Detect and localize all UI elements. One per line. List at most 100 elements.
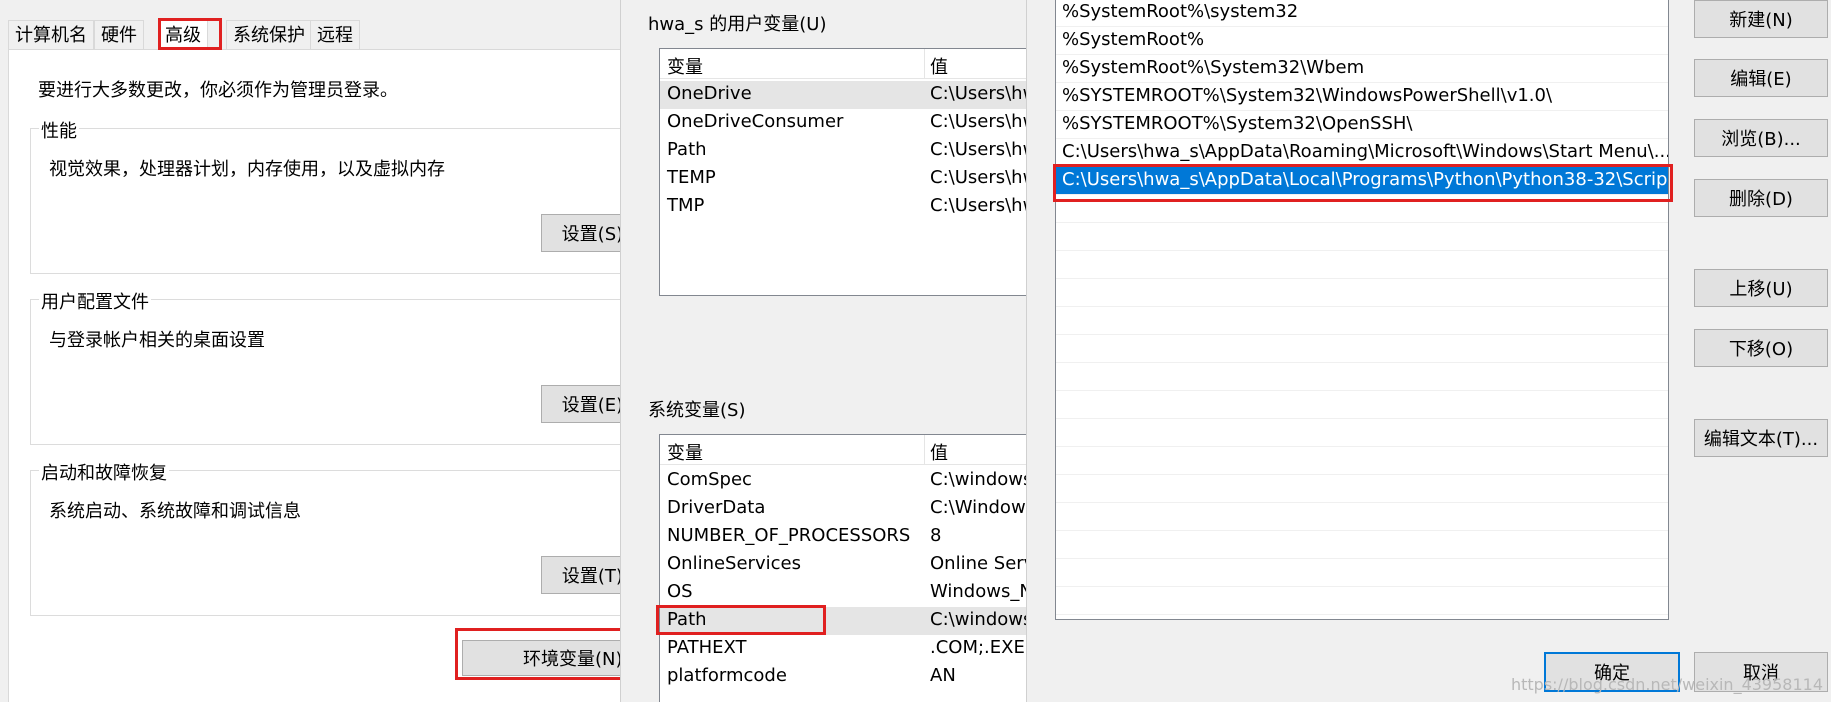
system-variable-row[interactable]: OS Windows_NT (660, 579, 1026, 607)
variable-name: OneDriveConsumer (667, 111, 844, 132)
environment-variables-button[interactable]: 环境变量(N)... (462, 640, 620, 676)
user-variable-row[interactable]: TEMP C:\Users\hwa_s\AppData (660, 165, 1026, 193)
user-variable-row[interactable]: OneDriveConsumer C:\Users\hwa_s\OneDrive (660, 109, 1026, 137)
environment-variables-label: 环境变量(N)... (523, 649, 620, 670)
path-entry-empty[interactable] (1056, 223, 1668, 251)
path-entry-empty[interactable] (1056, 475, 1668, 503)
user-variables-title: hwa_s 的用户变量(U) (648, 14, 827, 35)
variable-value: C:\Users\hwa_s\AppData (930, 195, 1026, 216)
column-separator (924, 49, 925, 79)
path-entry-empty[interactable] (1056, 363, 1668, 391)
path-entry[interactable]: %SystemRoot% (1056, 27, 1668, 55)
path-entry-empty[interactable] (1056, 447, 1668, 475)
user-profiles-title: 用户配置文件 (39, 288, 151, 314)
tab-strip: 计算机名 硬件 高级 系统保护 远程 (8, 20, 608, 50)
variable-value: C:\Users\hwa_s\AppData (930, 139, 1026, 160)
move-up-button-label: 上移(U) (1729, 279, 1793, 300)
system-variables-header: 变量 值 (660, 435, 1026, 465)
startup-recovery-description: 系统启动、系统故障和调试信息 (49, 501, 301, 522)
move-down-button[interactable]: 下移(O) (1694, 329, 1828, 367)
variable-value: .COM;.EXE;.BAT (930, 637, 1026, 658)
variable-name: Path (667, 609, 707, 630)
path-entry-text: %SystemRoot%\system32 (1062, 1, 1299, 22)
user-variable-row[interactable]: Path C:\Users\hwa_s\AppData (660, 137, 1026, 165)
path-entry-empty[interactable] (1056, 251, 1668, 279)
tab-hardware[interactable]: 硬件 (94, 20, 144, 50)
path-entry-text: %SystemRoot%\System32\Wbem (1062, 57, 1365, 78)
variable-name: NUMBER_OF_PROCESSORS (667, 525, 911, 546)
column-separator (924, 435, 925, 465)
performance-title: 性能 (39, 117, 79, 143)
variable-value: Online Services (930, 553, 1026, 574)
path-entry[interactable]: %SystemRoot%\system32 (1056, 0, 1668, 27)
path-entry-empty[interactable] (1056, 335, 1668, 363)
path-entry-text: %SystemRoot% (1062, 29, 1205, 50)
user-variable-row[interactable]: OneDrive C:\Users\hwa_s\OneDrive (660, 81, 1026, 109)
environment-variables-window: hwa_s 的用户变量(U) 变量 值 OneDrive C:\Users\hw… (620, 0, 1026, 702)
browse-button[interactable]: 浏览(B)... (1694, 119, 1828, 157)
user-variable-row[interactable]: TMP C:\Users\hwa_s\AppData (660, 193, 1026, 221)
path-entry-empty[interactable] (1056, 279, 1668, 307)
variable-name: OnlineServices (667, 553, 801, 574)
edit-button[interactable]: 编辑(E) (1694, 59, 1828, 97)
variable-name: DriverData (667, 497, 766, 518)
performance-settings-button[interactable]: 设置(S)... (541, 214, 620, 252)
move-up-button[interactable]: 上移(U) (1694, 269, 1828, 307)
system-variable-row[interactable]: OnlineServices Online Services (660, 551, 1026, 579)
path-entry-empty[interactable] (1056, 503, 1668, 531)
path-entry[interactable]: %SYSTEMROOT%\System32\WindowsPowerShell\… (1056, 83, 1668, 111)
user-profiles-description: 与登录帐户相关的桌面设置 (49, 330, 265, 351)
path-entry-empty[interactable] (1056, 307, 1668, 335)
path-entry-empty[interactable] (1056, 195, 1668, 223)
user-variables-list[interactable]: 变量 值 OneDrive C:\Users\hwa_s\OneDrive On… (659, 48, 1026, 296)
path-entry-empty[interactable] (1056, 531, 1668, 559)
user-profiles-group: 用户配置文件 与登录帐户相关的桌面设置 (30, 288, 620, 445)
delete-button[interactable]: 删除(D) (1694, 179, 1828, 217)
column-variable[interactable]: 变量 (667, 439, 703, 465)
path-entries-list[interactable]: %SystemRoot%\system32 %SystemRoot% %Syst… (1055, 0, 1669, 620)
tab-remote[interactable]: 远程 (310, 20, 360, 50)
tab-system-protection[interactable]: 系统保护 (226, 20, 312, 50)
variable-name: TMP (667, 195, 705, 216)
browse-button-label: 浏览(B)... (1721, 129, 1801, 150)
path-entry-empty[interactable] (1056, 419, 1668, 447)
path-entry[interactable]: C:\Users\hwa_s\AppData\Roaming\Microsoft… (1056, 139, 1668, 167)
system-variable-row[interactable]: DriverData C:\Windows\System32 (660, 495, 1026, 523)
tab-advanced[interactable]: 高级 (158, 20, 208, 50)
system-variable-row[interactable]: PATHEXT .COM;.EXE;.BAT (660, 635, 1026, 663)
edit-text-button[interactable]: 编辑文本(T)... (1694, 419, 1828, 457)
column-value[interactable]: 值 (930, 439, 948, 465)
startup-recovery-settings-button[interactable]: 设置(T)... (541, 556, 620, 594)
path-entry-text: %SYSTEMROOT%\System32\OpenSSH\ (1062, 113, 1413, 134)
system-variable-row[interactable]: platformcode AN (660, 663, 1026, 691)
variable-value: 8 (930, 525, 942, 546)
system-variable-row[interactable]: ComSpec C:\windows\system32 (660, 467, 1026, 495)
column-variable[interactable]: 变量 (667, 53, 703, 79)
startup-recovery-title: 启动和故障恢复 (39, 459, 169, 485)
variable-value: C:\windows\system32 (930, 469, 1026, 490)
column-value[interactable]: 值 (930, 53, 948, 79)
variable-name: OneDrive (667, 83, 752, 104)
system-variable-row[interactable]: NUMBER_OF_PROCESSORS 8 (660, 523, 1026, 551)
path-entry-empty[interactable] (1056, 391, 1668, 419)
user-profiles-settings-button[interactable]: 设置(E)... (541, 385, 620, 423)
watermark: https://blog.csdn.net/weixin_43958114 (1510, 675, 1823, 694)
variable-name: PATHEXT (667, 637, 747, 658)
path-entry[interactable]: %SystemRoot%\System32\Wbem (1056, 55, 1668, 83)
move-down-button-label: 下移(O) (1728, 339, 1794, 360)
variable-value: C:\Users\hwa_s\OneDrive (930, 83, 1026, 104)
path-entry-selected[interactable]: C:\Users\hwa_s\AppData\Local\Programs\Py… (1056, 167, 1668, 195)
path-entry[interactable]: %SYSTEMROOT%\System32\OpenSSH\ (1056, 111, 1668, 139)
path-entry-empty[interactable] (1056, 559, 1668, 587)
path-entry-empty[interactable] (1056, 587, 1668, 615)
tab-computer-name[interactable]: 计算机名 (8, 20, 94, 50)
system-variables-list[interactable]: 变量 值 ComSpec C:\windows\system32 DriverD… (659, 434, 1026, 702)
system-variable-row-path[interactable]: Path C:\windows\system32 (660, 607, 1026, 635)
startup-recovery-group: 启动和故障恢复 系统启动、系统故障和调试信息 (30, 459, 620, 616)
delete-button-label: 删除(D) (1729, 189, 1793, 210)
new-button[interactable]: 新建(N) (1694, 0, 1828, 38)
variable-value: C:\Users\hwa_s\AppData (930, 167, 1026, 188)
variable-name: OS (667, 581, 693, 602)
variable-value: AN (930, 665, 956, 686)
edit-environment-variable-window: %SystemRoot%\system32 %SystemRoot% %Syst… (1026, 0, 1831, 702)
